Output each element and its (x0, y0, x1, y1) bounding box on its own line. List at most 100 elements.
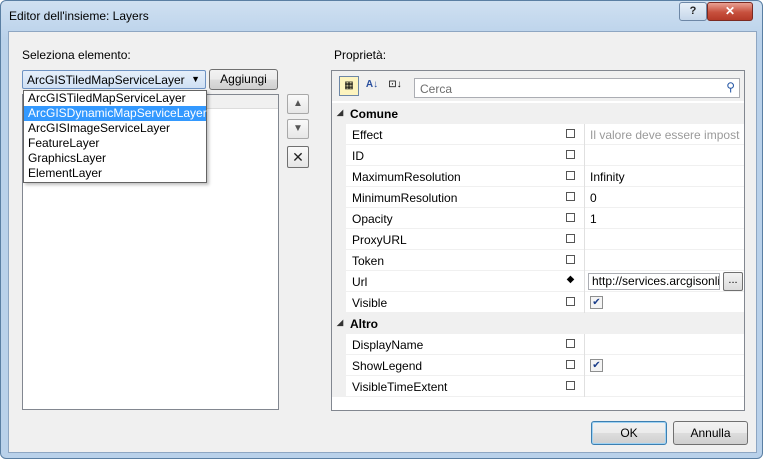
row-gutter (332, 187, 346, 208)
category-name: Altro (350, 317, 378, 331)
property-row[interactable]: Url ◆ http://services.arcgisonli... (332, 271, 744, 292)
combo-value: ArcGISTiledMapServiceLayer (27, 73, 185, 87)
property-name: DisplayName (352, 338, 424, 352)
row-gutter (332, 271, 346, 292)
ellipsis-button[interactable]: ... (723, 272, 743, 291)
row-gutter (332, 250, 346, 271)
column-divider (584, 187, 585, 208)
row-gutter (332, 229, 346, 250)
property-marker-icon[interactable] (566, 129, 575, 138)
row-gutter (332, 208, 346, 229)
property-name: Token (352, 254, 385, 268)
property-marker-icon[interactable] (566, 150, 575, 159)
property-name: VisibleTimeExtent (352, 380, 448, 394)
property-grid-toolbar: ▦ A↓ ⊡↓ Cerca ⚲ (332, 71, 744, 101)
property-row[interactable]: Visible ✔ (332, 292, 744, 313)
search-icon: ⚲ (726, 80, 735, 94)
property-value[interactable]: 0 (590, 191, 740, 205)
search-box[interactable]: Cerca ⚲ (414, 78, 740, 98)
property-row[interactable]: Opacity 1 (332, 208, 744, 229)
categorized-view-icon[interactable]: ▦ (339, 76, 359, 96)
property-name: ID (352, 149, 364, 163)
chevron-down-icon: ▼ (191, 74, 200, 84)
remove-button[interactable]: ✕ (287, 146, 309, 168)
cancel-button[interactable]: Annulla (673, 421, 748, 445)
binding-set-icon[interactable]: ◆ (566, 275, 575, 285)
property-value[interactable]: Infinity (590, 170, 740, 184)
property-name: Visible (352, 296, 388, 310)
row-gutter (332, 145, 346, 166)
layer-type-combo[interactable]: ArcGISTiledMapServiceLayer ▼ (22, 70, 206, 89)
category-header[interactable]: ◢ Comune (332, 103, 744, 124)
property-row[interactable]: VisibleTimeExtent (332, 376, 744, 397)
row-gutter (332, 292, 346, 313)
property-name: ProxyURL (352, 233, 407, 247)
property-marker-icon[interactable] (566, 234, 575, 243)
column-divider (584, 292, 585, 313)
property-row[interactable]: ProxyURL (332, 229, 744, 250)
ok-button[interactable]: OK (591, 421, 667, 445)
search-placeholder: Cerca (420, 82, 453, 96)
collapse-triangle-icon[interactable]: ◢ (337, 318, 343, 327)
dropdown-option[interactable]: FeatureLayer (24, 136, 206, 151)
property-value[interactable]: Il valore deve essere impostat (590, 128, 740, 142)
property-row[interactable]: MaximumResolution Infinity (332, 166, 744, 187)
move-down-button[interactable]: ▼ (287, 119, 309, 139)
property-marker-icon[interactable] (566, 213, 575, 222)
property-name: Opacity (352, 212, 393, 226)
column-divider (584, 208, 585, 229)
dialog-client-area: Seleziona elemento: ArcGISTiledMapServic… (8, 31, 757, 453)
dropdown-option[interactable]: ArcGISDynamicMapServiceLayer (24, 106, 207, 121)
row-gutter (332, 334, 346, 355)
layer-type-dropdown[interactable]: ArcGISTiledMapServiceLayer ArcGISDynamicM… (23, 90, 207, 183)
events-view-icon[interactable]: ⊡↓ (385, 76, 405, 96)
window-title: Editor dell'insieme: Layers (9, 9, 149, 23)
add-button[interactable]: Aggiungi (209, 69, 278, 90)
help-button[interactable]: ? (679, 2, 707, 21)
property-name: MinimumResolution (352, 191, 458, 205)
property-checkbox[interactable]: ✔ (590, 359, 603, 372)
column-divider (584, 250, 585, 271)
property-marker-icon[interactable] (566, 192, 575, 201)
collapse-triangle-icon[interactable]: ◢ (337, 108, 343, 117)
property-row[interactable]: Effect Il valore deve essere impostat (332, 124, 744, 145)
column-divider (584, 355, 585, 376)
dropdown-option[interactable]: ArcGISImageServiceLayer (24, 121, 206, 136)
row-gutter (332, 124, 346, 145)
property-row[interactable]: MinimumResolution 0 (332, 187, 744, 208)
property-value[interactable]: 1 (590, 212, 740, 226)
property-marker-icon[interactable] (566, 297, 575, 306)
column-divider (584, 271, 585, 292)
column-divider (584, 376, 585, 397)
dropdown-option[interactable]: ArcGISTiledMapServiceLayer (24, 91, 206, 106)
row-gutter (332, 376, 346, 397)
close-button[interactable]: ✕ (707, 2, 753, 21)
arrow-up-icon: ▲ (293, 98, 303, 109)
category-name: Comune (350, 107, 398, 121)
dialog-window: Editor dell'insieme: Layers ? ✕ Selezion… (0, 0, 763, 459)
property-marker-icon[interactable] (566, 339, 575, 348)
property-marker-icon[interactable] (566, 255, 575, 264)
column-divider (584, 124, 585, 145)
url-input[interactable]: http://services.arcgisonli (588, 273, 720, 290)
column-divider (584, 145, 585, 166)
property-marker-icon[interactable] (566, 381, 575, 390)
property-name: Url (352, 275, 368, 289)
property-row[interactable]: ID (332, 145, 744, 166)
dropdown-option[interactable]: GraphicsLayer (24, 151, 206, 166)
row-gutter (332, 166, 346, 187)
column-divider (584, 166, 585, 187)
property-marker-icon[interactable] (566, 171, 575, 180)
property-row[interactable]: ShowLegend ✔ (332, 355, 744, 376)
row-gutter (332, 355, 346, 376)
property-checkbox[interactable]: ✔ (590, 296, 603, 309)
dropdown-option[interactable]: ElementLayer (24, 166, 206, 181)
column-divider (584, 229, 585, 250)
category-header[interactable]: ◢ Altro (332, 313, 744, 334)
move-up-button[interactable]: ▲ (287, 94, 309, 114)
sort-alphabetical-icon[interactable]: A↓ (362, 76, 382, 96)
property-row[interactable]: DisplayName (332, 334, 744, 355)
property-row[interactable]: Token (332, 250, 744, 271)
property-marker-icon[interactable] (566, 360, 575, 369)
delete-x-icon: ✕ (292, 149, 304, 165)
